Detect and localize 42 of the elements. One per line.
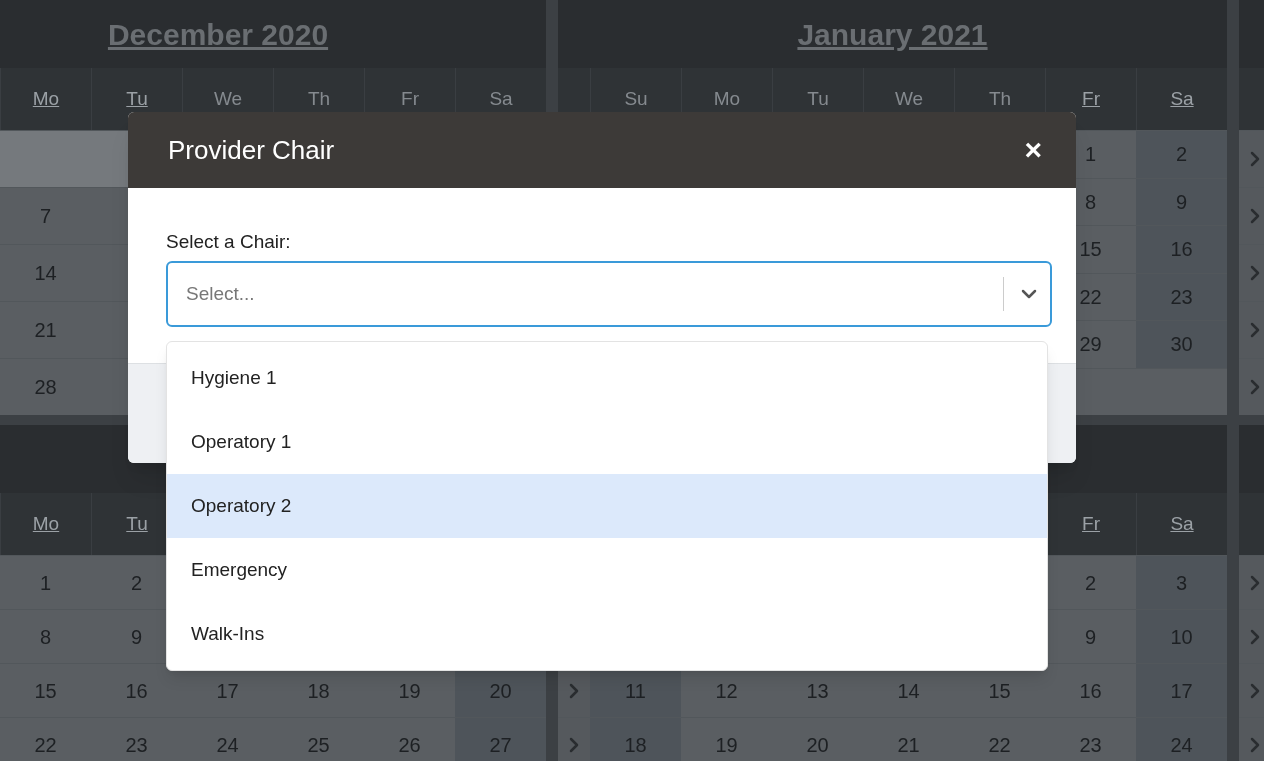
chevron-right-icon[interactable]	[568, 735, 580, 754]
close-button[interactable]: ×	[1020, 135, 1046, 165]
dropdown-option[interactable]: Walk-Ins	[167, 602, 1047, 666]
weekday-label: We	[213, 86, 243, 111]
chevron-right-icon[interactable]	[1249, 264, 1261, 282]
dropdown-option[interactable]: Hygiene 1	[167, 346, 1047, 410]
chevron-right-icon[interactable]	[1249, 321, 1261, 339]
chevron-right-icon[interactable]	[1249, 207, 1261, 225]
month-title-link[interactable]: January 2021	[797, 11, 988, 57]
dialog-title: Provider Chair	[168, 133, 335, 167]
dropdown-option[interactable]: Operatory 1	[167, 410, 1047, 474]
weekday-link[interactable]: Fr	[1082, 84, 1100, 114]
chevron-right-icon[interactable]	[1249, 627, 1261, 646]
chevron-right-icon[interactable]	[568, 681, 580, 700]
weekday-label: Th	[307, 86, 331, 111]
chevron-right-icon[interactable]	[1249, 735, 1261, 754]
weekday-header-bar	[1239, 493, 1264, 555]
month-title-link[interactable]: December 2020	[107, 11, 329, 57]
weekday-label: We	[894, 86, 924, 111]
weekday-link[interactable]: Tu	[126, 509, 148, 539]
dropdown-option[interactable]: Operatory 2	[167, 474, 1047, 538]
weekday-link[interactable]: Tu	[126, 84, 148, 114]
chevron-right-icon[interactable]	[1249, 681, 1261, 700]
dropdown-option[interactable]: Emergency	[167, 538, 1047, 602]
weekday-link[interactable]: Sa	[1170, 84, 1194, 114]
field-label: Select a Chair:	[166, 230, 292, 254]
chevron-right-icon[interactable]	[1249, 573, 1261, 592]
chevron-down-icon[interactable]	[1020, 287, 1038, 300]
weekday-link[interactable]: Sa	[1170, 509, 1194, 539]
select-field[interactable]: Select...	[166, 260, 1052, 327]
weekday-label: Sa	[489, 86, 513, 111]
weekday-label: Fr	[401, 86, 419, 111]
weekday-label: Mo	[713, 86, 741, 111]
chevron-right-icon[interactable]	[1249, 378, 1261, 396]
weekday-label: Tu	[807, 86, 829, 111]
chevron-right-icon[interactable]	[1249, 150, 1261, 168]
weekday-link[interactable]: Mo	[32, 84, 60, 114]
weekday-label: Th	[988, 86, 1012, 111]
weekday-header-bar	[1239, 68, 1264, 130]
weekday-label: Su	[624, 86, 648, 111]
weekday-link[interactable]: Fr	[1082, 509, 1100, 539]
weekday-link[interactable]: Mo	[32, 509, 60, 539]
